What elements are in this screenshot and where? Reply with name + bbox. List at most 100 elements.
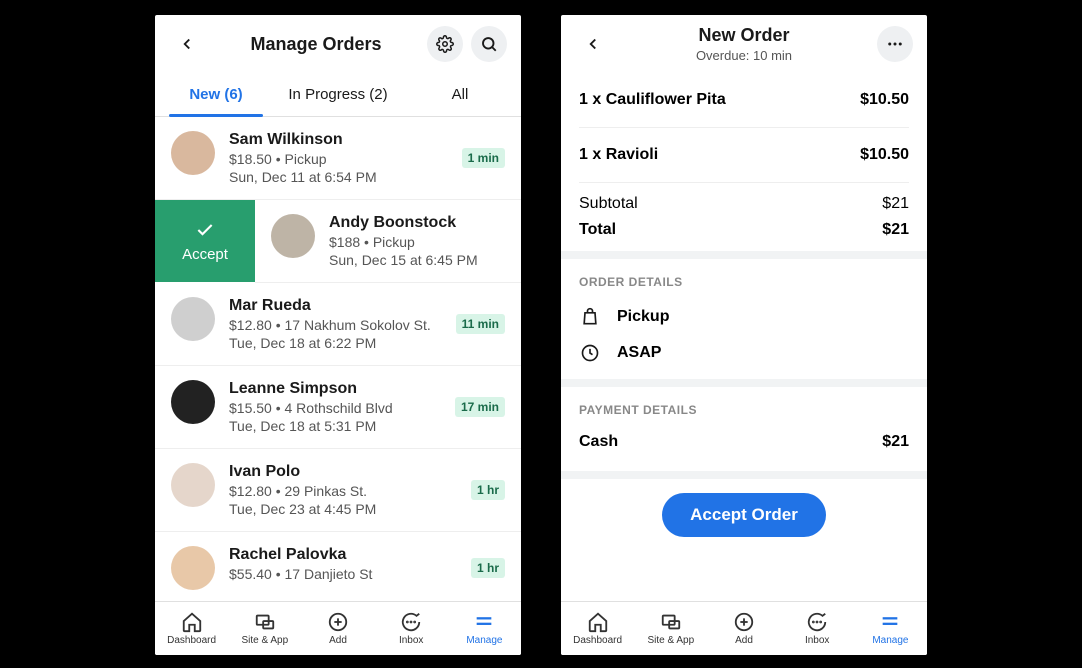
more-horizontal-icon bbox=[886, 35, 904, 53]
separator bbox=[561, 379, 927, 387]
order-date: Sun, Dec 11 at 6:54 PM bbox=[229, 169, 454, 185]
bottom-nav: Dashboard Site & App Add Inbox Manage bbox=[155, 601, 521, 655]
nav-label: Add bbox=[329, 635, 347, 646]
avatar bbox=[271, 214, 315, 258]
home-icon bbox=[587, 611, 609, 633]
nav-label: Dashboard bbox=[573, 635, 622, 646]
order-meta: $18.50 • Pickup bbox=[229, 151, 454, 167]
order-row[interactable]: Rachel Palovka $55.40 • 17 Danjieto St 1 h… bbox=[155, 532, 521, 601]
order-date: Tue, Dec 23 at 4:45 PM bbox=[229, 501, 463, 517]
order-details-heading: ORDER DETAILS bbox=[561, 259, 927, 299]
nav-label: Inbox bbox=[399, 635, 423, 646]
customer-name: Leanne Simpson bbox=[229, 380, 447, 398]
order-row[interactable]: Leanne Simpson $15.50 • 4 Rothschild Blvd… bbox=[155, 366, 521, 449]
avatar bbox=[171, 297, 215, 341]
nav-label: Manage bbox=[466, 635, 502, 646]
order-row[interactable]: AcceptAndy Boonstock$188 • PickupSun, De… bbox=[255, 200, 521, 283]
nav-label: Manage bbox=[872, 635, 908, 646]
item-label: 1 x Cauliflower Pita bbox=[579, 91, 726, 109]
avatar bbox=[171, 380, 215, 424]
timing-value: ASAP bbox=[617, 344, 661, 362]
inbox-icon bbox=[400, 611, 422, 633]
time-badge: 1 hr bbox=[471, 480, 505, 500]
home-icon bbox=[181, 611, 203, 633]
line-items: 1 x Cauliflower Pita$10.50 1 x Ravioli $10… bbox=[561, 73, 927, 183]
payment-method: Cash bbox=[579, 433, 618, 451]
nav-label: Dashboard bbox=[167, 635, 216, 646]
bottom-nav: Dashboard Site & App Add Inbox Manage bbox=[561, 601, 927, 655]
order-list: Sam Wilkinson $18.50 • Pickup Sun, Dec 11 … bbox=[155, 117, 521, 601]
order-row[interactable]: Ivan Polo$12.80 • 29 Pinkas St.Tue, Dec … bbox=[155, 449, 521, 532]
order-meta: $55.40 • 17 Danjieto St bbox=[229, 566, 463, 582]
site-app-icon bbox=[254, 611, 276, 633]
customer-name: Rachel Palovka bbox=[229, 546, 463, 564]
customer-name: Mar Rueda bbox=[229, 297, 448, 315]
nav-add[interactable]: Add bbox=[707, 602, 780, 655]
subtotal-price: $21 bbox=[882, 195, 909, 213]
nav-label: Inbox bbox=[805, 635, 829, 646]
nav-site-app[interactable]: Site & App bbox=[634, 602, 707, 655]
fulfillment-value: Pickup bbox=[617, 308, 669, 326]
nav-label: Site & App bbox=[647, 635, 694, 646]
customer-name: Andy Boonstock bbox=[329, 214, 505, 232]
order-row[interactable]: Sam Wilkinson $18.50 • Pickup Sun, Dec 11 … bbox=[155, 117, 521, 200]
accept-swipe[interactable]: Accept bbox=[155, 200, 255, 282]
clock-icon bbox=[580, 343, 600, 363]
search-icon bbox=[480, 35, 498, 53]
settings-button[interactable] bbox=[427, 26, 463, 62]
avatar bbox=[171, 131, 215, 175]
separator bbox=[561, 471, 927, 479]
accept-order-button[interactable]: Accept Order bbox=[662, 493, 826, 537]
tab-all[interactable]: All bbox=[399, 73, 521, 116]
nav-manage[interactable]: Manage bbox=[854, 602, 927, 655]
nav-dashboard[interactable]: Dashboard bbox=[155, 602, 228, 655]
bag-icon bbox=[580, 307, 600, 327]
back-button[interactable] bbox=[169, 26, 205, 62]
menu-icon bbox=[879, 611, 901, 633]
fulfillment-row: Pickup bbox=[561, 299, 927, 335]
phone-order-detail: New Order Overdue: 10 min 1 x Cauliflowe… bbox=[561, 15, 927, 655]
order-tabs: New (6)In Progress (2)All bbox=[155, 73, 521, 117]
avatar bbox=[171, 546, 215, 590]
nav-inbox[interactable]: Inbox bbox=[375, 602, 448, 655]
line-item: 1 x Ravioli $10.50 bbox=[579, 128, 909, 183]
total-row: Total $21 bbox=[579, 217, 909, 251]
add-icon bbox=[327, 611, 349, 633]
nav-add[interactable]: Add bbox=[301, 602, 374, 655]
check-icon bbox=[195, 220, 215, 240]
order-date: Sun, Dec 15 at 6:45 PM bbox=[329, 252, 505, 268]
more-button[interactable] bbox=[877, 26, 913, 62]
order-date: Tue, Dec 18 at 5:31 PM bbox=[229, 418, 447, 434]
nav-label: Add bbox=[735, 635, 753, 646]
payment-details-heading: PAYMENT DETAILS bbox=[561, 387, 927, 427]
nav-dashboard[interactable]: Dashboard bbox=[561, 602, 634, 655]
search-button[interactable] bbox=[471, 26, 507, 62]
avatar bbox=[171, 463, 215, 507]
page-title: Manage Orders bbox=[205, 34, 427, 55]
item-label: 1 x Ravioli bbox=[579, 146, 658, 164]
customer-name: Sam Wilkinson bbox=[229, 131, 454, 149]
time-badge: 1 hr bbox=[471, 558, 505, 578]
total-price: $21 bbox=[882, 221, 909, 239]
order-meta: $188 • Pickup bbox=[329, 234, 505, 250]
payment-row: Cash $21 bbox=[561, 427, 927, 471]
nav-label: Site & App bbox=[241, 635, 288, 646]
timing-row: ASAP bbox=[561, 335, 927, 379]
back-button[interactable] bbox=[575, 26, 611, 62]
nav-inbox[interactable]: Inbox bbox=[781, 602, 854, 655]
subtotal-label: Subtotal bbox=[579, 195, 638, 213]
order-meta: $12.80 • 17 Nakhum Sokolov St. bbox=[229, 317, 448, 333]
nav-manage[interactable]: Manage bbox=[448, 602, 521, 655]
time-badge: 17 min bbox=[455, 397, 505, 417]
menu-icon bbox=[473, 611, 495, 633]
tab-in-progress-[interactable]: In Progress (2) bbox=[277, 73, 399, 116]
site-app-icon bbox=[660, 611, 682, 633]
page-subtitle: Overdue: 10 min bbox=[611, 48, 877, 63]
line-item: 1 x Cauliflower Pita$10.50 bbox=[579, 73, 909, 128]
order-row[interactable]: Mar Rueda$12.80 • 17 Nakhum Sokolov St.T… bbox=[155, 283, 521, 366]
item-price: $10.50 bbox=[860, 146, 909, 164]
tab-new-[interactable]: New (6) bbox=[155, 73, 277, 116]
nav-site-app[interactable]: Site & App bbox=[228, 602, 301, 655]
phone-manage-orders: Manage Orders New (6)In Progress (2)All … bbox=[155, 15, 521, 655]
order-meta: $15.50 • 4 Rothschild Blvd bbox=[229, 400, 447, 416]
